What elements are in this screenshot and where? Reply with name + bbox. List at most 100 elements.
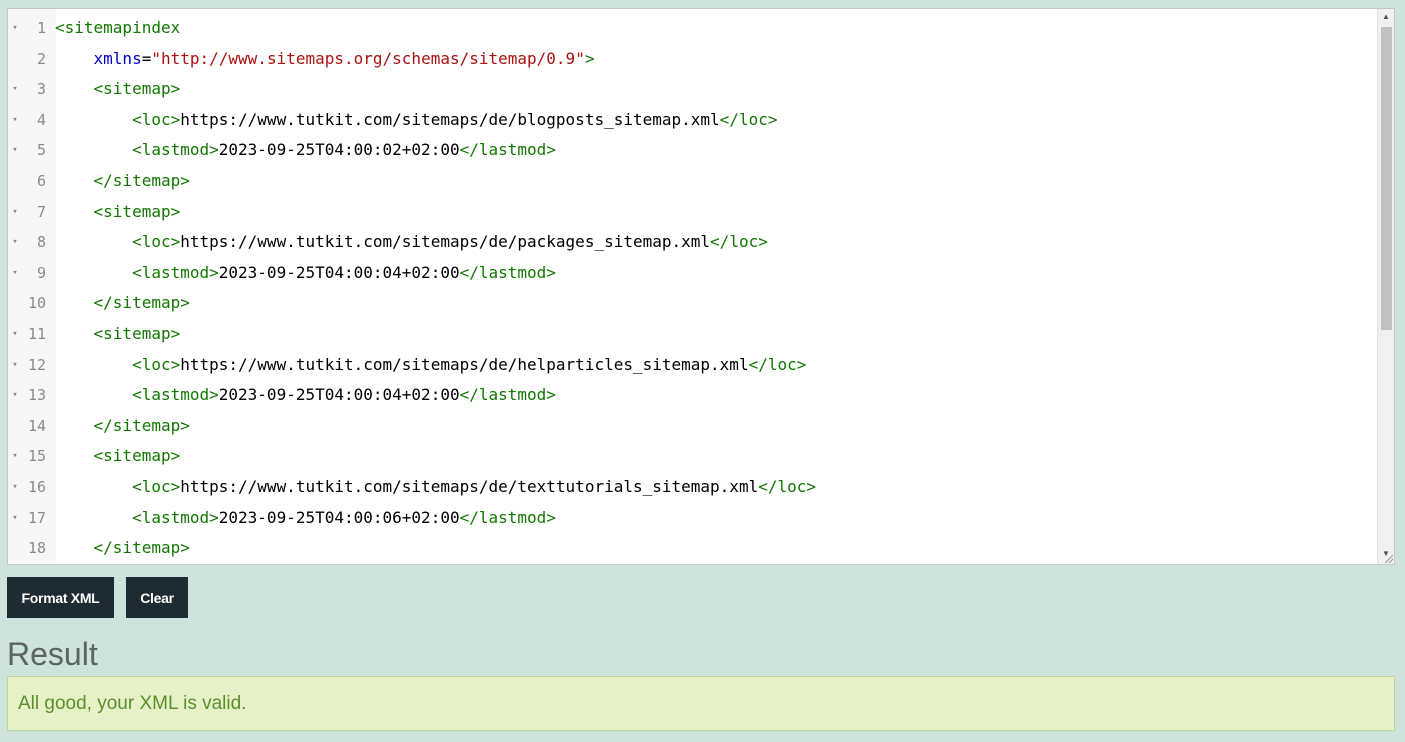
line-number: 8 [36, 233, 46, 252]
line-number: 18 [27, 539, 46, 558]
line-number: 4 [36, 110, 46, 129]
line-number: 7 [36, 202, 46, 221]
token-txt: = [141, 48, 152, 68]
token-txt: https://www.tutkit.com/sitemaps/de/blogp… [180, 109, 720, 129]
token-tag: </lastmod> [459, 385, 556, 405]
token-attr: xmlns [55, 48, 142, 68]
line-number: 2 [36, 49, 46, 68]
code-line[interactable]: 14 </sitemap> [8, 411, 1376, 442]
token-tag: <loc> [55, 354, 181, 374]
token-tag: <lastmod> [55, 385, 219, 405]
scroll-up-arrow-icon[interactable]: ▲ [1378, 9, 1394, 25]
code-line[interactable]: ▾ 1 <sitemapindex [8, 13, 1376, 44]
line-number: 17 [27, 508, 46, 527]
code-line[interactable]: ▾ 13 <lastmod>2023-09-25T04:00:04+02:00</… [8, 380, 1376, 411]
code-line[interactable]: ▾ 15 <sitemap> [8, 441, 1376, 472]
token-tag: > [584, 48, 595, 68]
line-number: 6 [36, 171, 46, 190]
line-number: 12 [27, 355, 46, 374]
line-code[interactable]: <sitemap> [55, 441, 181, 472]
resize-grip-icon[interactable] [1385, 555, 1393, 563]
token-tag: <sitemap> [55, 446, 181, 466]
code-line[interactable]: ▾ 11 <sitemap> [8, 319, 1376, 350]
line-code[interactable]: <sitemap> [55, 197, 181, 228]
line-code[interactable]: <lastmod>2023-09-25T04:00:04+02:00</last… [55, 380, 556, 411]
code-line[interactable]: ▾ 3 <sitemap> [8, 74, 1376, 105]
vertical-scrollbar[interactable]: ▲ ▼ [1377, 9, 1394, 564]
line-number: 3 [36, 80, 46, 99]
token-txt: 2023-09-25T04:00:06+02:00 [218, 507, 460, 527]
code-line[interactable]: ▾ 8 <loc>https://www.tutkit.com/sitemaps/… [8, 227, 1376, 258]
line-code[interactable]: <lastmod>2023-09-25T04:00:02+02:00</last… [55, 135, 556, 166]
line-number: 1 [36, 19, 46, 37]
code-line[interactable]: ▾ 16 <loc>https://www.tutkit.com/sitemaps… [8, 472, 1376, 503]
line-code[interactable]: </sitemap> [55, 166, 190, 197]
token-txt: https://www.tutkit.com/sitemaps/de/textt… [180, 476, 759, 496]
token-tag: </sitemap> [55, 170, 190, 190]
code-line[interactable]: 18 </sitemap> [8, 533, 1376, 564]
code-line[interactable]: ▾ 4 <loc>https://www.tutkit.com/sitemaps/… [8, 105, 1376, 136]
token-tag: <loc> [55, 232, 181, 252]
token-tag: </sitemap> [55, 538, 190, 558]
code-line[interactable]: ▾ 12 <loc>https://www.tutkit.com/sitemaps… [8, 350, 1376, 381]
token-tag: </loc> [719, 109, 778, 129]
token-txt: https://www.tutkit.com/sitemaps/de/helpa… [180, 354, 749, 374]
token-tag: </loc> [710, 232, 768, 252]
token-tag: </loc> [748, 354, 807, 374]
line-code[interactable]: <sitemapindex [55, 13, 180, 44]
code-line[interactable]: ▾ 9 <lastmod>2023-09-25T04:00:04+02:00</l… [8, 258, 1376, 289]
token-tag: </loc> [758, 476, 816, 496]
token-tag: <sitemapindex [55, 18, 181, 37]
line-code[interactable]: <loc>https://www.tutkit.com/sitemaps/de/… [55, 472, 816, 503]
format-xml-button[interactable]: Format XML [7, 577, 114, 618]
line-number: 9 [36, 263, 46, 282]
token-tag: <sitemap> [55, 201, 181, 221]
line-number: 5 [36, 141, 46, 160]
line-number: 14 [27, 416, 46, 435]
line-code[interactable]: <sitemap> [55, 319, 181, 350]
line-code[interactable]: </sitemap> [55, 411, 190, 442]
result-heading: Result [7, 636, 98, 672]
scrollbar-thumb[interactable] [1381, 27, 1392, 330]
token-tag: </sitemap> [55, 415, 190, 435]
token-txt: 2023-09-25T04:00:04+02:00 [218, 262, 460, 282]
line-code[interactable]: <loc>https://www.tutkit.com/sitemaps/de/… [55, 227, 768, 258]
token-tag: <loc> [55, 476, 181, 496]
token-tag: <lastmod> [55, 507, 219, 527]
result-message: All good, your XML is valid. [18, 693, 247, 714]
token-tag: <lastmod> [55, 262, 219, 282]
token-txt: 2023-09-25T04:00:02+02:00 [218, 140, 460, 160]
result-alert: All good, your XML is valid. [7, 676, 1395, 731]
token-tag: </lastmod> [459, 262, 556, 282]
token-txt: https://www.tutkit.com/sitemaps/de/packa… [180, 232, 711, 252]
token-str: "http://www.sitemaps.org/schemas/sitemap… [151, 48, 585, 68]
line-code[interactable]: <sitemap> [55, 74, 181, 105]
line-code[interactable]: </sitemap> [55, 288, 190, 319]
code-line[interactable]: ▾ 7 <sitemap> [8, 197, 1376, 228]
token-tag: <lastmod> [55, 140, 219, 160]
line-code[interactable]: <loc>https://www.tutkit.com/sitemaps/de/… [55, 105, 777, 136]
token-tag: <sitemap> [55, 79, 181, 99]
code-line[interactable]: 6 </sitemap> [8, 166, 1376, 197]
line-number: 10 [27, 294, 46, 313]
line-code[interactable]: xmlns="http://www.sitemaps.org/schemas/s… [55, 44, 595, 75]
line-code[interactable]: <loc>https://www.tutkit.com/sitemaps/de/… [55, 350, 806, 381]
token-tag: <sitemap> [55, 323, 181, 343]
line-code[interactable]: <lastmod>2023-09-25T04:00:04+02:00</last… [55, 258, 556, 289]
code-line[interactable]: ▾ 5 <lastmod>2023-09-25T04:00:02+02:00</l… [8, 135, 1376, 166]
token-txt: 2023-09-25T04:00:04+02:00 [218, 385, 460, 405]
line-number: 13 [27, 386, 46, 405]
clear-button[interactable]: Clear [126, 577, 188, 618]
line-number: 11 [27, 324, 46, 343]
xml-editor[interactable]: ▾ 1 <sitemapindex 2 xmlns="http://www.sitem… [7, 8, 1395, 565]
code-line[interactable]: ▾ 17 <lastmod>2023-09-25T04:00:06+02:00</… [8, 503, 1376, 534]
line-code[interactable]: </sitemap> [55, 533, 190, 564]
token-tag: </lastmod> [459, 140, 556, 160]
token-tag: </sitemap> [55, 293, 190, 313]
code-line[interactable]: 2 xmlns="http://www.sitemaps.org/schemas… [8, 44, 1376, 75]
code-lines[interactable]: ▾ 1 <sitemapindex 2 xmlns="http://www.sitem… [8, 13, 1376, 564]
code-line[interactable]: 10 </sitemap> [8, 288, 1376, 319]
line-number: 15 [27, 447, 46, 466]
token-tag: </lastmod> [459, 507, 556, 527]
line-code[interactable]: <lastmod>2023-09-25T04:00:06+02:00</last… [55, 503, 556, 534]
